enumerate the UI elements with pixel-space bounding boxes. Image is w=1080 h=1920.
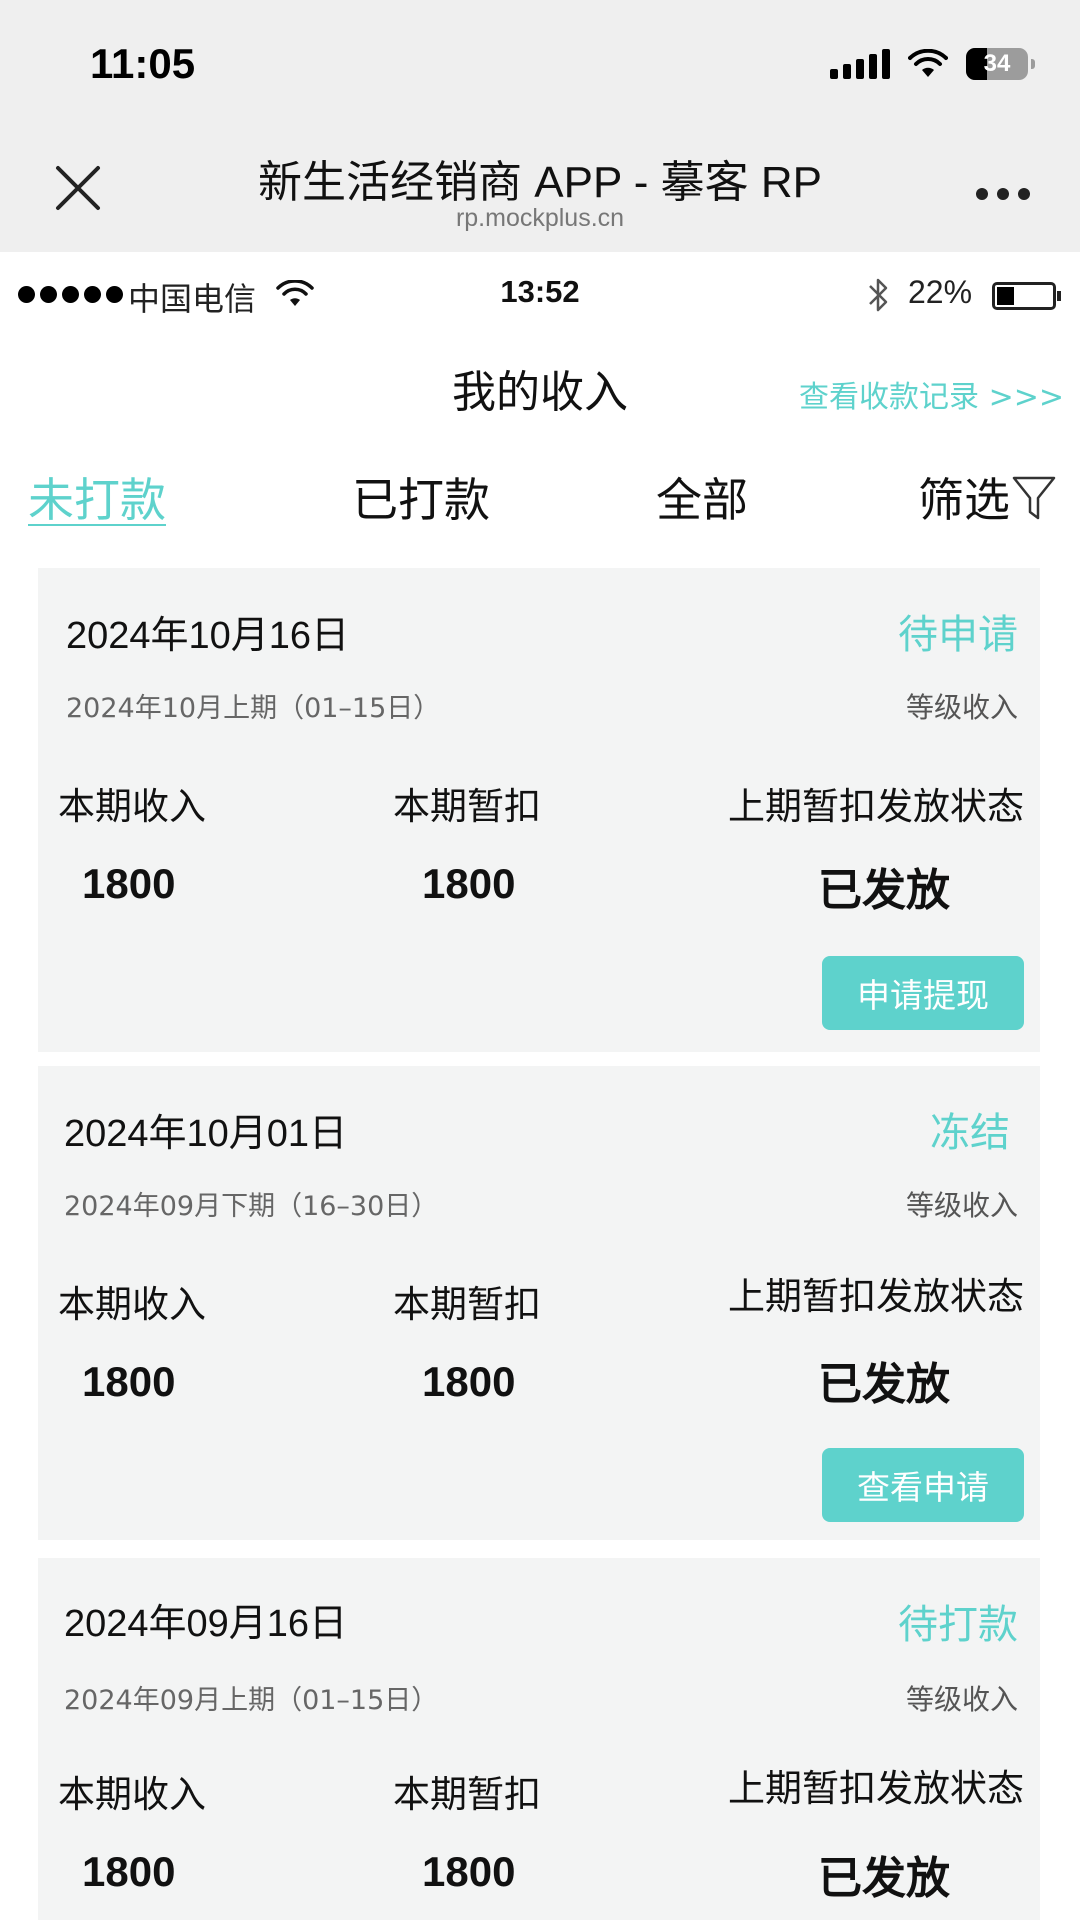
os-status-bar: 11:05 34 [0,0,1080,130]
battery-percentage: 22% [908,274,973,310]
withhold-value: 1800 [422,1848,516,1895]
view-payment-records-link[interactable]: 查看收款记录 >>> [799,372,1064,416]
withhold-label: 本期暂扣 [393,785,541,828]
income-card: 2024年10月16日 待申请 2024年10月上期（01–15日） 等级收入 … [38,568,1040,1052]
card-period: 2024年09月上期（01–15日） [64,1685,439,1716]
card-income-type: 等级收入 [905,1189,1018,1222]
bluetooth-icon [869,278,888,312]
release-status-value: 已发放 [818,865,950,916]
browser-nav-bar: 新生活经销商 APP - 摹客 RP rp.mockplus.cn [0,130,1080,252]
tab-paid[interactable]: 已打款 [352,464,490,530]
battery-level: 34 [983,50,1011,77]
income-label: 本期收入 [58,1283,206,1326]
card-status: 冻结 [930,1110,1010,1156]
filter-icon [1012,476,1056,520]
card-date: 2024年10月01日 [64,1113,348,1155]
income-label: 本期收入 [58,785,206,828]
filter-label: 筛选 [918,473,1010,527]
release-status-value: 已发放 [818,1853,950,1904]
cellular-signal-icon [830,49,890,79]
filter-button[interactable]: 筛选 [918,464,1058,530]
release-status-value: 已发放 [818,1359,950,1410]
income-value: 1800 [82,1848,176,1895]
view-application-button[interactable]: 查看申请 [822,1448,1024,1522]
battery-icon [992,282,1061,310]
income-value: 1800 [82,1358,176,1405]
battery-icon: 34 [966,48,1035,80]
card-income-type: 等级收入 [905,1683,1018,1716]
more-options-icon[interactable] [976,188,1030,204]
tab-unpaid[interactable]: 未打款 [28,464,166,530]
card-income-type: 等级收入 [905,691,1018,724]
card-period: 2024年10月上期（01–15日） [66,693,441,724]
withhold-label: 本期暂扣 [393,1283,541,1326]
withhold-label: 本期暂扣 [393,1773,541,1816]
tab-all[interactable]: 全部 [656,464,748,530]
browser-title: 新生活经销商 APP - 摹客 RP [258,158,822,207]
os-time: 11:05 [90,40,196,87]
prototype-status-bar: 中国电信 13:52 22% [0,252,1080,338]
income-label: 本期收入 [58,1773,206,1816]
income-value: 1800 [82,860,176,907]
os-status-icons: 34 [830,48,1035,80]
withhold-value: 1800 [422,1358,516,1405]
income-card: 2024年09月16日 待打款 2024年09月上期（01–15日） 等级收入 … [38,1558,1040,1920]
card-date: 2024年09月16日 [64,1603,348,1645]
browser-url: rp.mockplus.cn [455,204,625,232]
income-card: 2024年10月01日 冻结 2024年09月下期（16–30日） 等级收入 本… [38,1066,1040,1540]
release-status-label: 上期暂扣发放状态 [728,1275,1024,1318]
card-status: 待申请 [898,612,1018,658]
card-period: 2024年09月下期（16–30日） [64,1191,439,1222]
apply-withdraw-button[interactable]: 申请提现 [822,956,1024,1030]
withhold-value: 1800 [422,860,516,907]
card-date: 2024年10月16日 [66,615,350,657]
status-tabs: 未打款 已打款 全部 筛选 [0,446,1080,540]
wifi-icon [908,49,948,77]
release-status-label: 上期暂扣发放状态 [728,1767,1024,1810]
release-status-label: 上期暂扣发放状态 [728,785,1024,828]
page-header: 我的收入 查看收款记录 >>> [0,338,1080,438]
card-status: 待打款 [898,1602,1018,1648]
